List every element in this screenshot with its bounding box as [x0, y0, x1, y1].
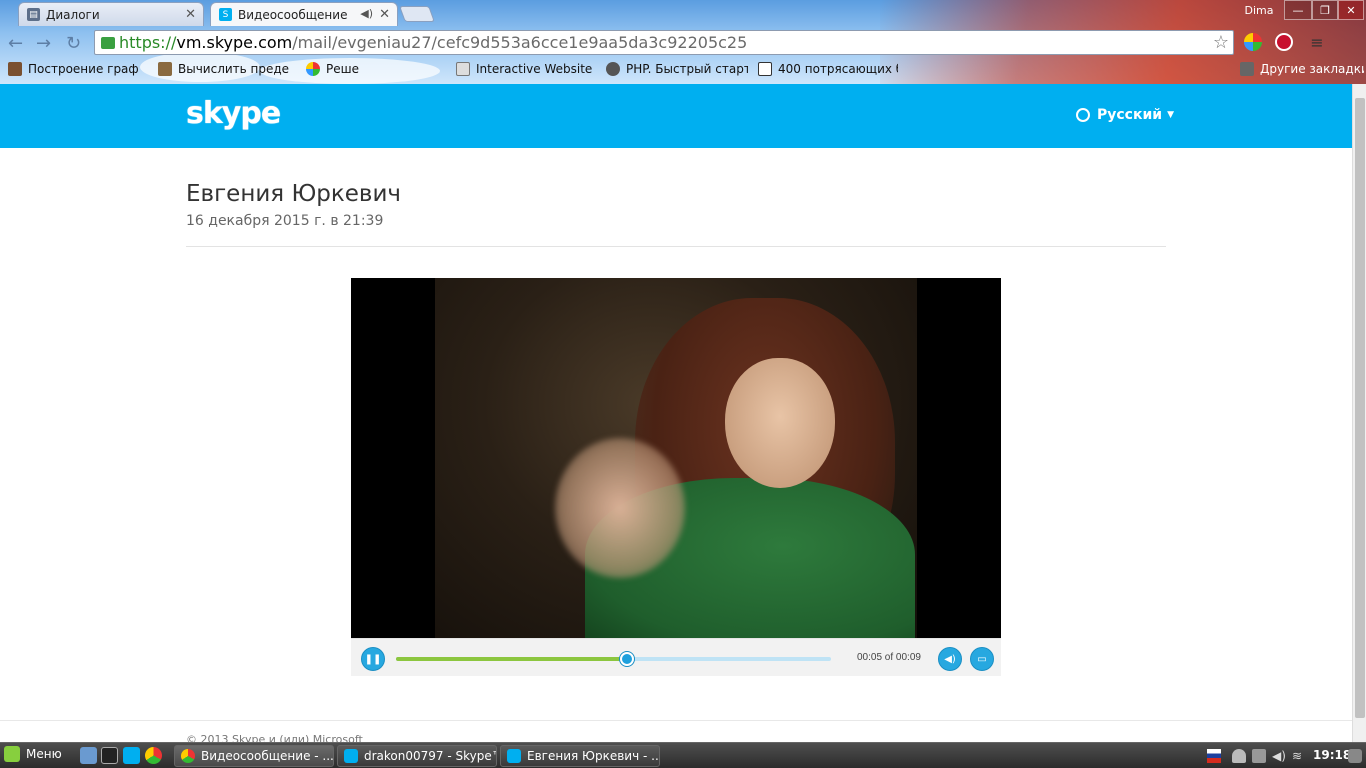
skype-logo[interactable]: skype	[186, 96, 281, 131]
bookmark-label: Построение графи	[28, 62, 138, 76]
bookmark-icon	[306, 62, 320, 76]
url-scheme: https://	[119, 33, 177, 52]
chat-icon: ▤	[27, 8, 40, 21]
bookmark-star-icon[interactable]: ☆	[1213, 32, 1229, 53]
profile-name[interactable]: Dima	[1240, 0, 1278, 20]
bookmark-icon	[606, 62, 620, 76]
video-controls: ❚❚ 00:05 of 00:09 ◀) ▭	[351, 638, 1001, 676]
reload-icon[interactable]: ↻	[66, 33, 81, 54]
pause-icon: ❚❚	[364, 653, 382, 665]
adblock-icon[interactable]	[1275, 33, 1293, 51]
bookmark-label: Вычислить преде	[178, 62, 290, 76]
time-display: 00:05 of 00:09	[857, 652, 921, 663]
seek-handle[interactable]	[619, 652, 634, 666]
skype-icon	[507, 749, 521, 763]
bookmark-icon	[158, 62, 172, 76]
bookmark-item[interactable]: Реше	[306, 62, 366, 76]
battery-icon[interactable]	[1252, 749, 1266, 763]
taskbar-window-label: drakon00797 - Skype™	[364, 749, 497, 763]
extension-icon[interactable]	[1244, 33, 1262, 51]
taskbar-window-label: Видеосообщение - ...	[201, 749, 334, 763]
seek-bar[interactable]	[396, 652, 831, 666]
maximize-button[interactable]: ❐	[1312, 0, 1338, 20]
video-figure-hand	[555, 438, 685, 578]
url-host: vm.skype.com	[176, 33, 293, 52]
back-icon[interactable]: ←	[8, 33, 23, 54]
page-scrollbar[interactable]	[1352, 84, 1366, 742]
clock[interactable]: 19:18	[1313, 748, 1351, 762]
globe-icon	[1076, 108, 1090, 122]
audio-playing-icon: ◀)	[360, 7, 373, 20]
taskbar-window-label: Евгения Юркевич - ...	[527, 749, 660, 763]
language-label: Русский	[1097, 107, 1163, 123]
url-path: /mail/evgeniau27/cefc9d553a6cce1e9aa5da3…	[292, 33, 748, 52]
minimize-button[interactable]: —	[1284, 0, 1312, 20]
taskbar: Меню Видеосообщение - ... drakon00797 - …	[0, 742, 1366, 768]
start-menu-button[interactable]: Меню	[4, 746, 62, 762]
fullscreen-icon: ▭	[977, 653, 987, 665]
user-icon[interactable]	[1232, 749, 1246, 763]
notification-icon[interactable]	[1348, 749, 1362, 763]
other-bookmarks-label: Другие закладки	[1260, 62, 1364, 76]
volume-button[interactable]: ◀)	[938, 647, 962, 671]
divider	[186, 246, 1166, 247]
taskbar-window[interactable]: Видеосообщение - ...	[174, 745, 334, 767]
bookmark-item[interactable]: Interactive Website	[456, 62, 592, 76]
bookmarks-bar: Построение графи Вычислить преде Реше In…	[0, 60, 1366, 82]
bookmark-item[interactable]: PHP. Быстрый старт	[606, 62, 748, 76]
menu-icon[interactable]: ≡	[1308, 33, 1326, 52]
speaker-icon[interactable]: ◀)	[1272, 749, 1286, 763]
video-figure-face	[725, 358, 835, 488]
chevron-down-icon: ▼	[1167, 110, 1175, 120]
chrome-icon[interactable]	[145, 747, 162, 764]
sender-name: Евгения Юркевич	[186, 181, 402, 207]
pause-button[interactable]: ❚❚	[361, 647, 385, 671]
taskbar-window[interactable]: Евгения Юркевич - ...	[500, 745, 660, 767]
footer-divider	[0, 720, 1352, 721]
bookmark-label: PHP. Быстрый старт	[626, 62, 748, 76]
other-bookmarks[interactable]: Другие закладки	[1240, 62, 1364, 76]
video-frame[interactable]	[351, 278, 1001, 638]
close-window-button[interactable]: ✕	[1338, 0, 1364, 20]
folder-icon[interactable]	[80, 747, 97, 764]
lock-icon	[101, 36, 115, 49]
bookmark-icon	[8, 62, 22, 76]
folder-icon	[1240, 62, 1254, 76]
seek-progress	[396, 657, 627, 661]
bookmark-item[interactable]: 400 потрясающих б	[758, 62, 898, 76]
wifi-icon[interactable]: ≋	[1292, 749, 1306, 763]
close-icon[interactable]: ✕	[185, 7, 196, 22]
bookmark-item[interactable]: Построение графи	[8, 62, 138, 76]
close-icon[interactable]: ✕	[379, 7, 390, 22]
video-scene	[435, 278, 917, 638]
address-bar[interactable]: https:// vm.skype.com /mail/evgeniau27/c…	[94, 30, 1234, 55]
speaker-icon: ◀)	[944, 653, 956, 665]
terminal-icon[interactable]	[101, 747, 118, 764]
forward-icon[interactable]: →	[36, 33, 51, 54]
skype-icon	[344, 749, 358, 763]
fullscreen-button[interactable]: ▭	[970, 647, 994, 671]
taskbar-window[interactable]: drakon00797 - Skype™	[337, 745, 497, 767]
bookmark-icon	[758, 62, 772, 76]
bookmark-label: Реше	[326, 62, 359, 76]
tab-dialogs[interactable]: ▤ Диалоги ✕	[18, 2, 204, 26]
tab-video-message[interactable]: S Видеосообщение ◀) ✕	[210, 2, 398, 26]
new-tab-button[interactable]	[399, 6, 435, 22]
tab-label: Видеосообщение	[238, 7, 348, 22]
bookmark-label: Interactive Website	[476, 62, 592, 76]
language-selector[interactable]: Русский ▼	[1076, 107, 1174, 123]
mint-logo-icon	[4, 746, 20, 762]
bookmark-icon	[456, 62, 470, 76]
sent-date: 16 декабря 2015 г. в 21:39	[186, 213, 384, 229]
skype-icon: S	[219, 8, 232, 21]
keyboard-layout-icon[interactable]	[1207, 749, 1221, 763]
tab-label: Диалоги	[46, 7, 100, 22]
bookmark-item[interactable]: Вычислить преде	[158, 62, 298, 76]
chrome-icon	[181, 749, 195, 763]
skype-icon[interactable]	[123, 747, 140, 764]
bookmark-label: 400 потрясающих б	[778, 62, 898, 76]
scrollbar-thumb[interactable]	[1355, 98, 1365, 718]
menu-label: Меню	[26, 747, 62, 761]
